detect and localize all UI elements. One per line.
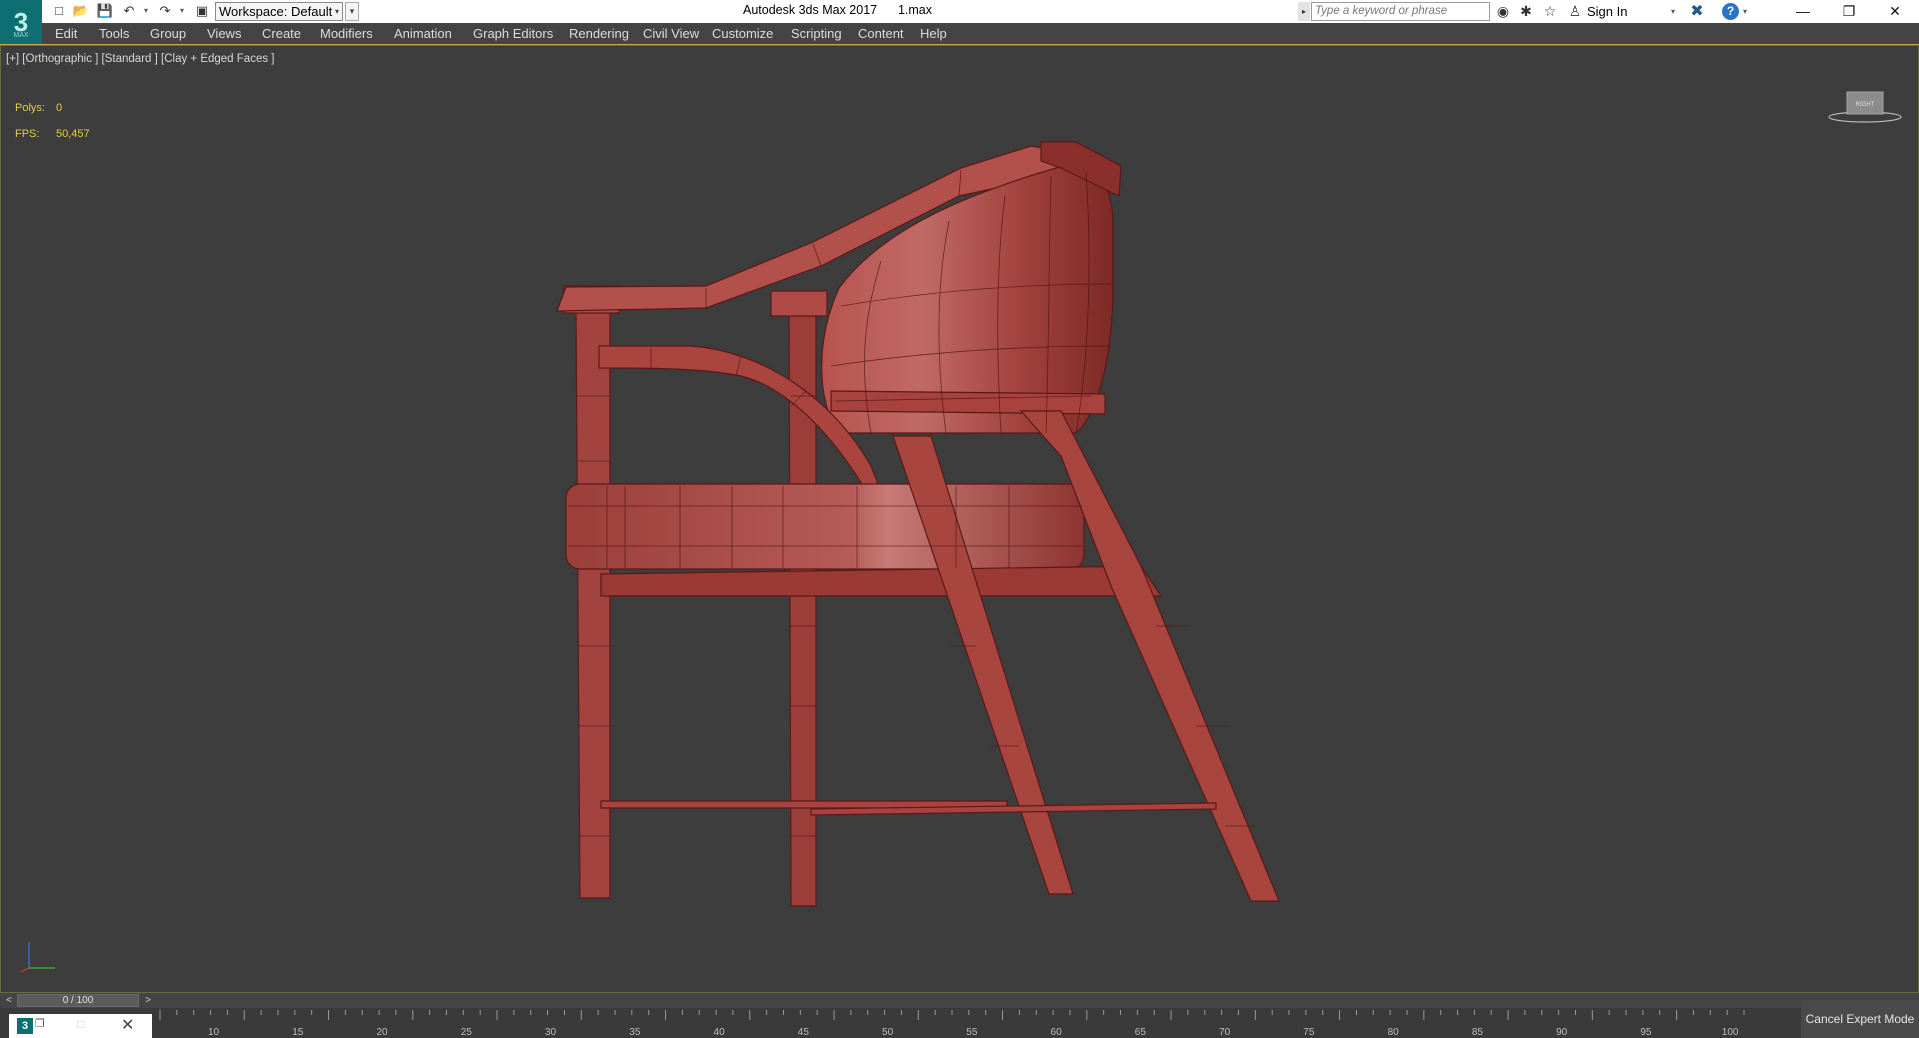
open-file-icon[interactable]: 📂	[72, 2, 90, 20]
restore-small-icon[interactable]: ❐	[35, 1017, 45, 1030]
time-prev-button[interactable]: <	[3, 993, 15, 1008]
title-bar: 3 MAX □ 📂 💾 ↶ ▾ ↷ ▾ ▣ Workspace: Default…	[0, 0, 1919, 44]
help-dropdown-icon[interactable]: ▾	[1743, 2, 1747, 21]
menu-item-rendering[interactable]: Rendering	[569, 26, 629, 41]
menu-item-animation[interactable]: Animation	[394, 26, 452, 41]
axis-tripod-icon	[20, 942, 55, 973]
seat-cushion	[565, 483, 1085, 570]
fps-value: 50,457	[56, 128, 90, 140]
close-small-icon[interactable]: ✕	[121, 1015, 134, 1035]
save-file-icon[interactable]: 💾	[96, 2, 114, 20]
menu-item-edit[interactable]: Edit	[55, 26, 77, 41]
menu-bar: Edit Tools Group Views Create Modifiers …	[0, 23, 1919, 45]
timeline-ruler[interactable]: 10 15 20 25 30 35 40 45 50 55 60 65 70 75 80 85 90 95 100	[152, 1008, 1752, 1038]
ruler-tick-label: 10	[208, 1027, 220, 1038]
minimize-icon[interactable]: —	[1780, 0, 1826, 23]
cancel-expert-mode-button[interactable]: Cancel Expert Mode	[1801, 1000, 1919, 1038]
menu-item-content[interactable]: Content	[858, 26, 904, 41]
sign-in-button[interactable]: Sign In	[1587, 4, 1627, 19]
user-icon[interactable]: ♙	[1565, 2, 1585, 21]
chevron-down-icon: ▾	[334, 7, 339, 16]
search-input[interactable]: Type a keyword or phrase	[1311, 2, 1490, 21]
menu-item-help[interactable]: Help	[920, 26, 947, 41]
search-expand-icon[interactable]: ▸	[1298, 2, 1310, 21]
undo-dropdown-icon[interactable]: ▾	[142, 2, 150, 20]
menu-item-graph-editors[interactable]: Graph Editors	[473, 26, 553, 41]
app-logo-icon[interactable]: 3 MAX	[0, 0, 42, 44]
polys-value: 0	[56, 102, 63, 114]
communication-center-icon[interactable]: ✱	[1516, 2, 1536, 21]
ruler-tick-label: 90	[1556, 1027, 1568, 1038]
ruler-tick-label: 80	[1388, 1027, 1400, 1038]
ruler-tick-label: 95	[1640, 1027, 1652, 1038]
ruler-tick-label: 30	[545, 1027, 557, 1038]
viewport-orthographic[interactable]: [+] [Orthographic ] [Standard ] [Clay + …	[0, 45, 1919, 993]
workspace-select[interactable]: Workspace: Default ▾	[215, 2, 343, 21]
ruler-tick-label: 65	[1135, 1027, 1147, 1038]
redo-icon[interactable]: ↷	[156, 2, 174, 20]
undo-icon[interactable]: ↶	[120, 2, 138, 20]
ruler-tick-label: 35	[629, 1027, 641, 1038]
front-leg-post	[575, 310, 611, 899]
time-next-button[interactable]: >	[142, 993, 154, 1008]
project-folder-icon[interactable]: ▣	[193, 2, 211, 20]
menu-item-civil-view[interactable]: Civil View	[643, 26, 699, 41]
menu-item-customize[interactable]: Customize	[712, 26, 773, 41]
polys-label: Polys:	[15, 102, 45, 114]
menu-item-views[interactable]: Views	[207, 26, 241, 41]
restore-icon[interactable]: ❐	[1826, 0, 1872, 23]
rear-leg-cap	[770, 290, 828, 317]
autodesk-exchange-icon[interactable]: ✖	[1687, 2, 1707, 21]
menu-item-group[interactable]: Group	[150, 26, 186, 41]
favorites-star-icon[interactable]: ☆	[1540, 2, 1560, 21]
ruler-tick-label: 20	[377, 1027, 389, 1038]
ruler-tick-label: 50	[882, 1027, 894, 1038]
maximize-small-icon[interactable]: □	[77, 1017, 84, 1031]
viewport-label[interactable]: [+] [Orthographic ] [Standard ] [Clay + …	[6, 53, 274, 65]
ruler-tick-label: 55	[966, 1027, 978, 1038]
backrest-base	[830, 390, 1106, 415]
app-small-icon: 3	[17, 1018, 33, 1034]
sign-in-dropdown-icon[interactable]: ▾	[1671, 2, 1675, 21]
ruler-tick-label: 70	[1219, 1027, 1231, 1038]
minimized-window-tab[interactable]: 3 ❐ □ ✕	[9, 1014, 152, 1038]
workspace-label: Workspace: Default	[219, 4, 333, 19]
viewcube-face-label: RIGHT	[1856, 102, 1875, 108]
time-slider-thumb[interactable]: 0 / 100	[17, 994, 139, 1007]
time-slider-bar: < 0 / 100 >	[0, 993, 1919, 1008]
ruler-tick-label: 40	[714, 1027, 726, 1038]
ruler-tick-label: 85	[1472, 1027, 1484, 1038]
ruler-tick-label: 60	[1051, 1027, 1063, 1038]
ruler-tick-label: 45	[798, 1027, 810, 1038]
new-file-icon[interactable]: □	[50, 2, 68, 20]
menu-item-modifiers[interactable]: Modifiers	[320, 26, 373, 41]
ruler-tick-label: 100	[1722, 1027, 1739, 1038]
close-icon[interactable]: ✕	[1872, 0, 1918, 23]
ruler-tick-label: 15	[292, 1027, 304, 1038]
help-icon[interactable]: ?	[1722, 3, 1739, 20]
seat-frame	[600, 565, 1163, 597]
chair-model[interactable]	[1, 46, 1919, 993]
binoculars-icon[interactable]: ◉	[1493, 2, 1513, 21]
menu-item-create[interactable]: Create	[262, 26, 301, 41]
ruler-tick-label: 25	[461, 1027, 473, 1038]
window-title: Autodesk 3ds Max 2017 1.max	[743, 3, 932, 17]
quick-access-customize-icon[interactable]: ▾	[345, 2, 359, 21]
viewcube-icon[interactable]: RIGHT	[1827, 84, 1903, 124]
fps-label: FPS:	[15, 128, 40, 140]
app-logo-caption: MAX	[13, 32, 29, 39]
menu-item-scripting[interactable]: Scripting	[791, 26, 842, 41]
ruler-tick-label: 75	[1303, 1027, 1315, 1038]
menu-item-tools[interactable]: Tools	[99, 26, 129, 41]
redo-dropdown-icon[interactable]: ▾	[178, 2, 186, 20]
